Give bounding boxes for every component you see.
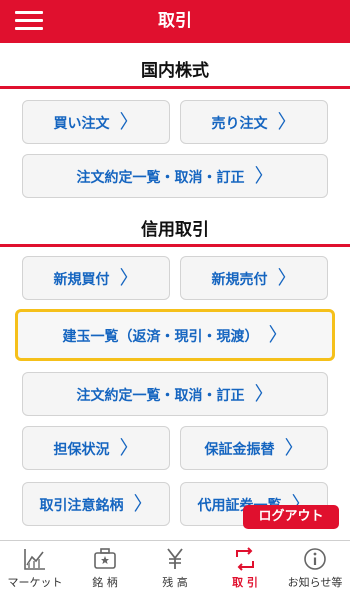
tab-label: 取 引 <box>232 576 258 589</box>
chevron-right-icon: 〉 <box>119 267 139 289</box>
button-label: 担保状況 <box>53 442 110 458</box>
tab-notices[interactable]: お知らせ等 <box>280 541 350 595</box>
chevron-right-icon: 〉 <box>277 111 297 133</box>
tab-label: お知らせ等 <box>287 576 343 589</box>
order-list-button-domestic[interactable]: 注文約定一覧・取消・訂正〉 <box>22 154 328 198</box>
button-label: 保証金振替 <box>204 442 275 458</box>
chevron-right-icon: 〉 <box>277 267 297 289</box>
section-divider <box>0 244 350 247</box>
tab-market[interactable]: マーケット <box>0 541 70 595</box>
chevron-right-icon: 〉 <box>254 383 274 405</box>
new-buy-button[interactable]: 新規買付〉 <box>22 256 170 300</box>
order-list-button-margin[interactable]: 注文約定一覧・取消・訂正〉 <box>22 372 328 416</box>
button-label: 売り注文 <box>211 116 268 132</box>
page-title: 取引 <box>158 11 192 31</box>
button-label: 注文約定一覧・取消・訂正 <box>76 170 245 186</box>
new-sell-button[interactable]: 新規売付〉 <box>180 256 328 300</box>
yen-icon <box>167 548 183 569</box>
info-icon <box>304 548 326 570</box>
tab-stocks[interactable]: 銘 柄 <box>70 541 140 595</box>
chevron-right-icon: 〉 <box>119 111 139 133</box>
trade-caution-stocks-button[interactable]: 取引注意銘柄〉 <box>22 482 170 526</box>
section-title-margin-trading: 信用取引 <box>141 220 209 240</box>
margin-transfer-button[interactable]: 保証金振替〉 <box>180 426 328 470</box>
logout-button[interactable]: ログアウト <box>243 505 339 529</box>
tab-balance[interactable]: 残 高 <box>140 541 210 595</box>
exchange-icon <box>236 547 254 571</box>
chevron-right-icon: 〉 <box>284 437 304 459</box>
buy-order-button[interactable]: 買い注文〉 <box>22 100 170 144</box>
collateral-status-button[interactable]: 担保状況〉 <box>22 426 170 470</box>
chevron-right-icon: 〉 <box>254 165 274 187</box>
tab-trade[interactable]: 取 引 <box>210 541 280 595</box>
tab-label: 残 高 <box>162 576 188 589</box>
bottom-tab-bar: マーケット 銘 柄 残 高 取 引 お知らせ等 <box>0 540 350 595</box>
button-label: 建玉一覧（返済・現引・現渡） <box>62 329 259 345</box>
tab-label: マーケット <box>7 576 63 589</box>
chart-icon <box>24 549 45 570</box>
chevron-right-icon: 〉 <box>268 324 288 346</box>
chevron-right-icon: 〉 <box>119 437 139 459</box>
tab-label: 銘 柄 <box>92 576 118 589</box>
chevron-right-icon: 〉 <box>133 493 153 515</box>
briefcase-icon <box>94 548 116 569</box>
positions-list-button[interactable]: 建玉一覧（返済・現引・現渡） 〉 <box>15 309 335 361</box>
sell-order-button[interactable]: 売り注文〉 <box>180 100 328 144</box>
button-label: 取引注意銘柄 <box>39 498 124 514</box>
button-label: 新規売付 <box>211 272 268 288</box>
button-label: 注文約定一覧・取消・訂正 <box>76 388 245 404</box>
app-header: 取引 <box>0 0 350 43</box>
section-divider <box>0 86 350 89</box>
section-title-domestic-stocks: 国内株式 <box>141 61 209 81</box>
button-label: 買い注文 <box>53 116 110 132</box>
button-label: 新規買付 <box>53 272 110 288</box>
